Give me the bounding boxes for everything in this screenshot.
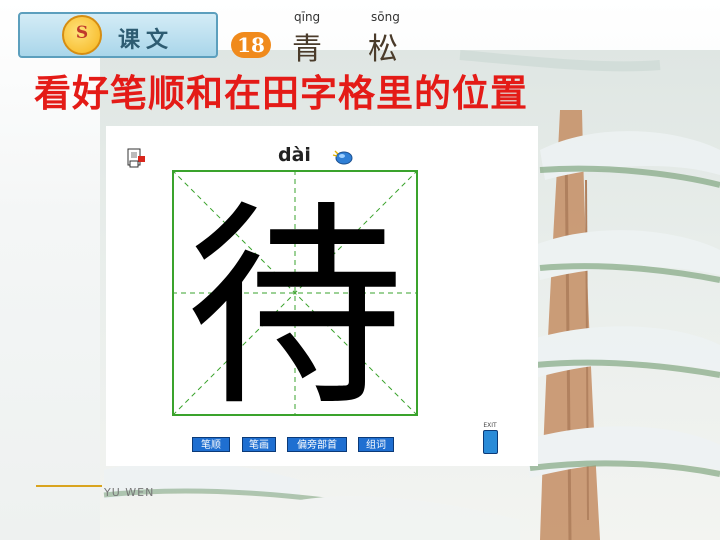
lesson-flower-icon: S: [62, 15, 102, 55]
practice-character: 待: [186, 183, 404, 416]
title-hanzi-2: 松: [368, 32, 398, 67]
eraser-icon[interactable]: [126, 147, 146, 169]
word-building-button[interactable]: 组词: [358, 437, 394, 452]
audio-play-icon[interactable]: [332, 148, 354, 166]
title-hanzi-1: 青: [292, 32, 322, 67]
exit-door-icon: [483, 430, 498, 454]
tianzige-grid: 待: [172, 170, 418, 416]
strokes-button[interactable]: 笔画: [242, 437, 276, 452]
footer-divider: [36, 485, 102, 487]
instruction-heading: 看好笔顺和在田字格里的位置: [34, 72, 528, 115]
flower-badge-glyph: S: [75, 23, 89, 43]
lesson-category-label: 课文: [118, 28, 175, 53]
stroke-order-button[interactable]: 笔顺: [192, 437, 230, 452]
stroke-order-panel: dài 待 笔顺 笔画 偏旁部首 组词 EXIT: [106, 126, 538, 466]
lesson-number-badge: 18: [231, 32, 271, 58]
exit-label: EXIT: [483, 422, 497, 429]
character-pinyin: dài: [278, 144, 311, 166]
exit-button[interactable]: EXIT: [481, 422, 499, 458]
title-pinyin-2: sōng: [371, 10, 400, 24]
title-pinyin-1: qīng: [294, 10, 321, 24]
footer-label: YU WEN: [104, 486, 155, 499]
lesson-category-tab: S 课文: [18, 12, 218, 58]
radical-button[interactable]: 偏旁部首: [287, 437, 347, 452]
slide-page: S 课文 18 qīng 青 sōng 松 看好笔顺和在田字格里的位置 dài …: [0, 0, 720, 540]
